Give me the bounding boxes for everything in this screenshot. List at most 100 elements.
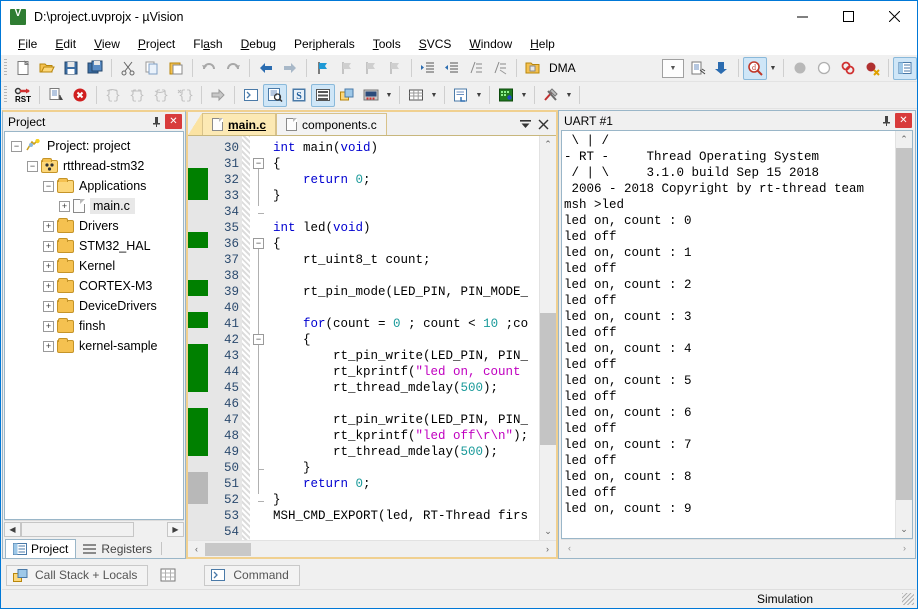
editor-vscrollbar[interactable]: ⌃ ⌄ xyxy=(539,136,556,540)
indent-icon[interactable] xyxy=(416,57,440,80)
fold-toggle[interactable]: − xyxy=(253,158,264,169)
editor-tab-main-c[interactable]: main.c xyxy=(202,113,276,135)
editor-hscrollbar[interactable]: ‹ › xyxy=(188,540,556,557)
expand-icon[interactable]: + xyxy=(43,281,54,292)
scroll-left-button[interactable]: ‹ xyxy=(188,541,205,558)
tab-command[interactable]: Command xyxy=(204,565,299,586)
scroll-up-button[interactable]: ⌃ xyxy=(896,131,913,148)
fold-toggle[interactable]: − xyxy=(253,334,264,345)
record-icon[interactable] xyxy=(788,57,812,80)
menu-project[interactable]: Project xyxy=(129,34,184,54)
vscroll-thumb[interactable] xyxy=(896,148,913,500)
tab-call-stack-locals[interactable]: Call Stack + Locals xyxy=(6,565,148,586)
resize-grip-icon[interactable] xyxy=(902,593,914,605)
menu-svcs[interactable]: SVCS xyxy=(410,34,461,54)
menu-flash[interactable]: Flash xyxy=(184,34,231,54)
tree-item[interactable]: −Applications xyxy=(5,176,183,196)
scroll-right-button[interactable]: ▶ xyxy=(167,522,184,537)
navigate-back-icon[interactable] xyxy=(254,57,278,80)
open-folder-dma-icon[interactable] xyxy=(521,57,545,80)
pin-icon[interactable] xyxy=(878,112,895,129)
tree-item[interactable]: +DeviceDrivers xyxy=(5,296,183,316)
toolbar-grip[interactable] xyxy=(4,86,7,104)
scroll-left-button[interactable]: ‹ xyxy=(561,541,578,556)
command-window-icon[interactable] xyxy=(239,84,263,107)
tree-item[interactable]: −Project: project xyxy=(5,136,183,156)
step-out-icon[interactable]: {} xyxy=(149,84,173,107)
expand-icon[interactable]: + xyxy=(43,261,54,272)
find-dropdown-arrow-icon[interactable]: ▼ xyxy=(767,57,779,80)
tab-project[interactable]: Project xyxy=(5,539,76,558)
bookmark-clear-icon[interactable] xyxy=(383,57,407,80)
call-stack-icon[interactable] xyxy=(335,84,359,107)
watch-window-icon[interactable] xyxy=(359,84,383,107)
tab-registers[interactable]: Registers xyxy=(76,539,159,558)
expand-icon[interactable]: + xyxy=(43,301,54,312)
scroll-down-button[interactable]: ⌄ xyxy=(896,521,913,538)
close-icon[interactable]: ✕ xyxy=(895,113,912,128)
collapse-icon[interactable]: − xyxy=(11,141,22,152)
disassembly-window-icon[interactable] xyxy=(263,84,287,107)
code-text-area[interactable]: int main(void){ return 0;} int led(void)… xyxy=(270,136,539,540)
save-all-icon[interactable] xyxy=(83,57,107,80)
find-in-files-icon[interactable]: d xyxy=(743,57,767,80)
scroll-down-button[interactable]: ⌄ xyxy=(540,523,557,540)
tree-item[interactable]: −rtthread-stm32 xyxy=(5,156,183,176)
new-file-icon[interactable] xyxy=(11,57,35,80)
fold-toggle[interactable]: − xyxy=(253,238,264,249)
step-into-icon[interactable]: {} xyxy=(101,84,125,107)
scroll-right-button[interactable]: › xyxy=(539,541,556,558)
insert-watch-icon[interactable] xyxy=(686,57,710,80)
toolbar-grip[interactable] xyxy=(4,59,7,77)
menu-window[interactable]: Window xyxy=(460,34,521,54)
collapse-icon[interactable]: − xyxy=(27,161,38,172)
analysis-window-icon[interactable] xyxy=(494,84,518,107)
serial-dropdown-arrow-icon[interactable]: ▼ xyxy=(473,84,485,107)
toolbox-dropdown-arrow-icon[interactable]: ▼ xyxy=(563,84,575,107)
undo-icon[interactable] xyxy=(197,57,221,80)
chevron-down-icon[interactable] xyxy=(517,116,533,132)
close-icon[interactable] xyxy=(535,116,551,132)
expand-icon[interactable]: + xyxy=(43,341,54,352)
reset-cpu-icon[interactable]: RST xyxy=(11,84,35,107)
expand-icon[interactable]: + xyxy=(59,201,70,212)
memory-window-icon[interactable] xyxy=(404,84,428,107)
tree-item[interactable]: +Kernel xyxy=(5,256,183,276)
close-button[interactable] xyxy=(871,1,917,31)
outdent-icon[interactable] xyxy=(440,57,464,80)
bookmark-next-icon[interactable] xyxy=(359,57,383,80)
tree-item[interactable]: +main.c xyxy=(5,196,183,216)
run-to-cursor-icon[interactable]: {} xyxy=(173,84,197,107)
hscroll-thumb[interactable] xyxy=(205,543,251,556)
comment-icon[interactable] xyxy=(464,57,488,80)
project-tree[interactable]: −Project: project−rtthread-stm32−Applica… xyxy=(4,131,184,520)
stop-debug-icon[interactable] xyxy=(68,84,92,107)
scroll-right-button[interactable]: › xyxy=(896,541,913,556)
cut-icon[interactable] xyxy=(116,57,140,80)
menu-view[interactable]: View xyxy=(85,34,129,54)
toolbox-icon[interactable] xyxy=(539,84,563,107)
hscroll-thumb[interactable] xyxy=(21,522,134,537)
step-over-icon[interactable]: {} xyxy=(125,84,149,107)
run-icon[interactable] xyxy=(44,84,68,107)
pin-icon[interactable] xyxy=(148,113,165,130)
open-file-icon[interactable] xyxy=(35,57,59,80)
symbols-window-icon[interactable]: S xyxy=(287,84,311,107)
menu-edit[interactable]: Edit xyxy=(46,34,85,54)
menu-help[interactable]: Help xyxy=(521,34,564,54)
serial-window-icon[interactable] xyxy=(449,84,473,107)
paste-icon[interactable] xyxy=(164,57,188,80)
menu-file[interactable]: File xyxy=(9,34,46,54)
debug-settings-icon[interactable] xyxy=(710,57,734,80)
vscroll-track[interactable] xyxy=(896,148,913,521)
scroll-up-button[interactable]: ⌃ xyxy=(540,136,557,153)
memory-grid-icon[interactable] xyxy=(156,564,180,587)
expand-icon[interactable]: + xyxy=(43,221,54,232)
expand-icon[interactable]: + xyxy=(43,241,54,252)
scroll-left-button[interactable]: ◀ xyxy=(4,522,21,537)
menu-debug[interactable]: Debug xyxy=(232,34,285,54)
tree-item[interactable]: +STM32_HAL xyxy=(5,236,183,256)
tree-item[interactable]: +Drivers xyxy=(5,216,183,236)
bookmark-prev-icon[interactable] xyxy=(335,57,359,80)
chain-break-icon[interactable] xyxy=(860,57,884,80)
